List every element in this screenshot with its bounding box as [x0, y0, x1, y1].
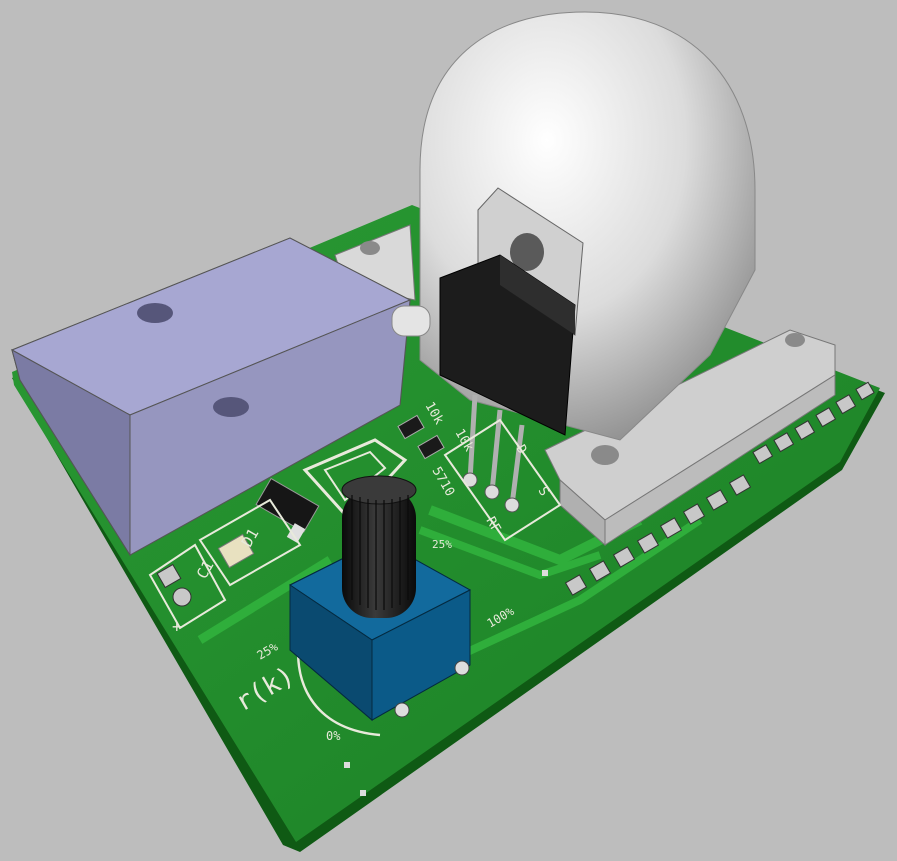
label-25pct-b: 25%	[432, 538, 452, 551]
relay-hole	[137, 303, 173, 323]
mounting-hole	[785, 333, 805, 347]
relay-hole	[213, 397, 249, 417]
pot-shaft	[342, 488, 416, 618]
mounting-hole	[360, 241, 380, 255]
pcb-3d-render: C1 D1 + r(k) 0% 25% 25% 100% 5710 10k 10…	[0, 0, 897, 861]
label-0pct: 0%	[326, 729, 341, 743]
mounting-hole	[591, 445, 619, 465]
